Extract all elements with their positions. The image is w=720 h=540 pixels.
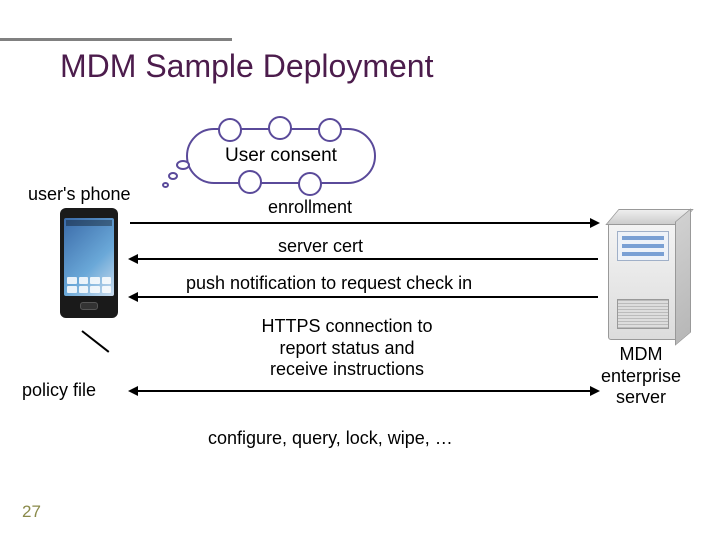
label-https: HTTPS connection to report status and re… (232, 316, 462, 381)
user-consent-cloud: User consent (186, 128, 376, 184)
label-enrollment: enrollment (268, 197, 352, 219)
policy-file-label: policy file (22, 380, 96, 402)
server-label: MDM enterprise server (586, 344, 696, 409)
cloud-label: User consent (225, 145, 337, 167)
slide: MDM Sample Deployment User consent user'… (0, 0, 720, 540)
label-push: push notification to request check in (186, 273, 472, 295)
arrow-push (130, 296, 598, 298)
arrow-server-cert (130, 258, 598, 260)
server-icon (608, 220, 678, 340)
label-server-cert: server cert (278, 236, 363, 258)
phone-label: user's phone (28, 184, 131, 206)
arrow-enrollment (130, 222, 598, 224)
label-ops: configure, query, lock, wipe, … (208, 428, 453, 450)
policy-pointer (81, 330, 109, 353)
phone-icon (60, 208, 118, 318)
page-number: 27 (22, 502, 41, 522)
slide-title: MDM Sample Deployment (60, 48, 433, 85)
arrow-https (130, 390, 598, 392)
header-separator (0, 38, 232, 41)
